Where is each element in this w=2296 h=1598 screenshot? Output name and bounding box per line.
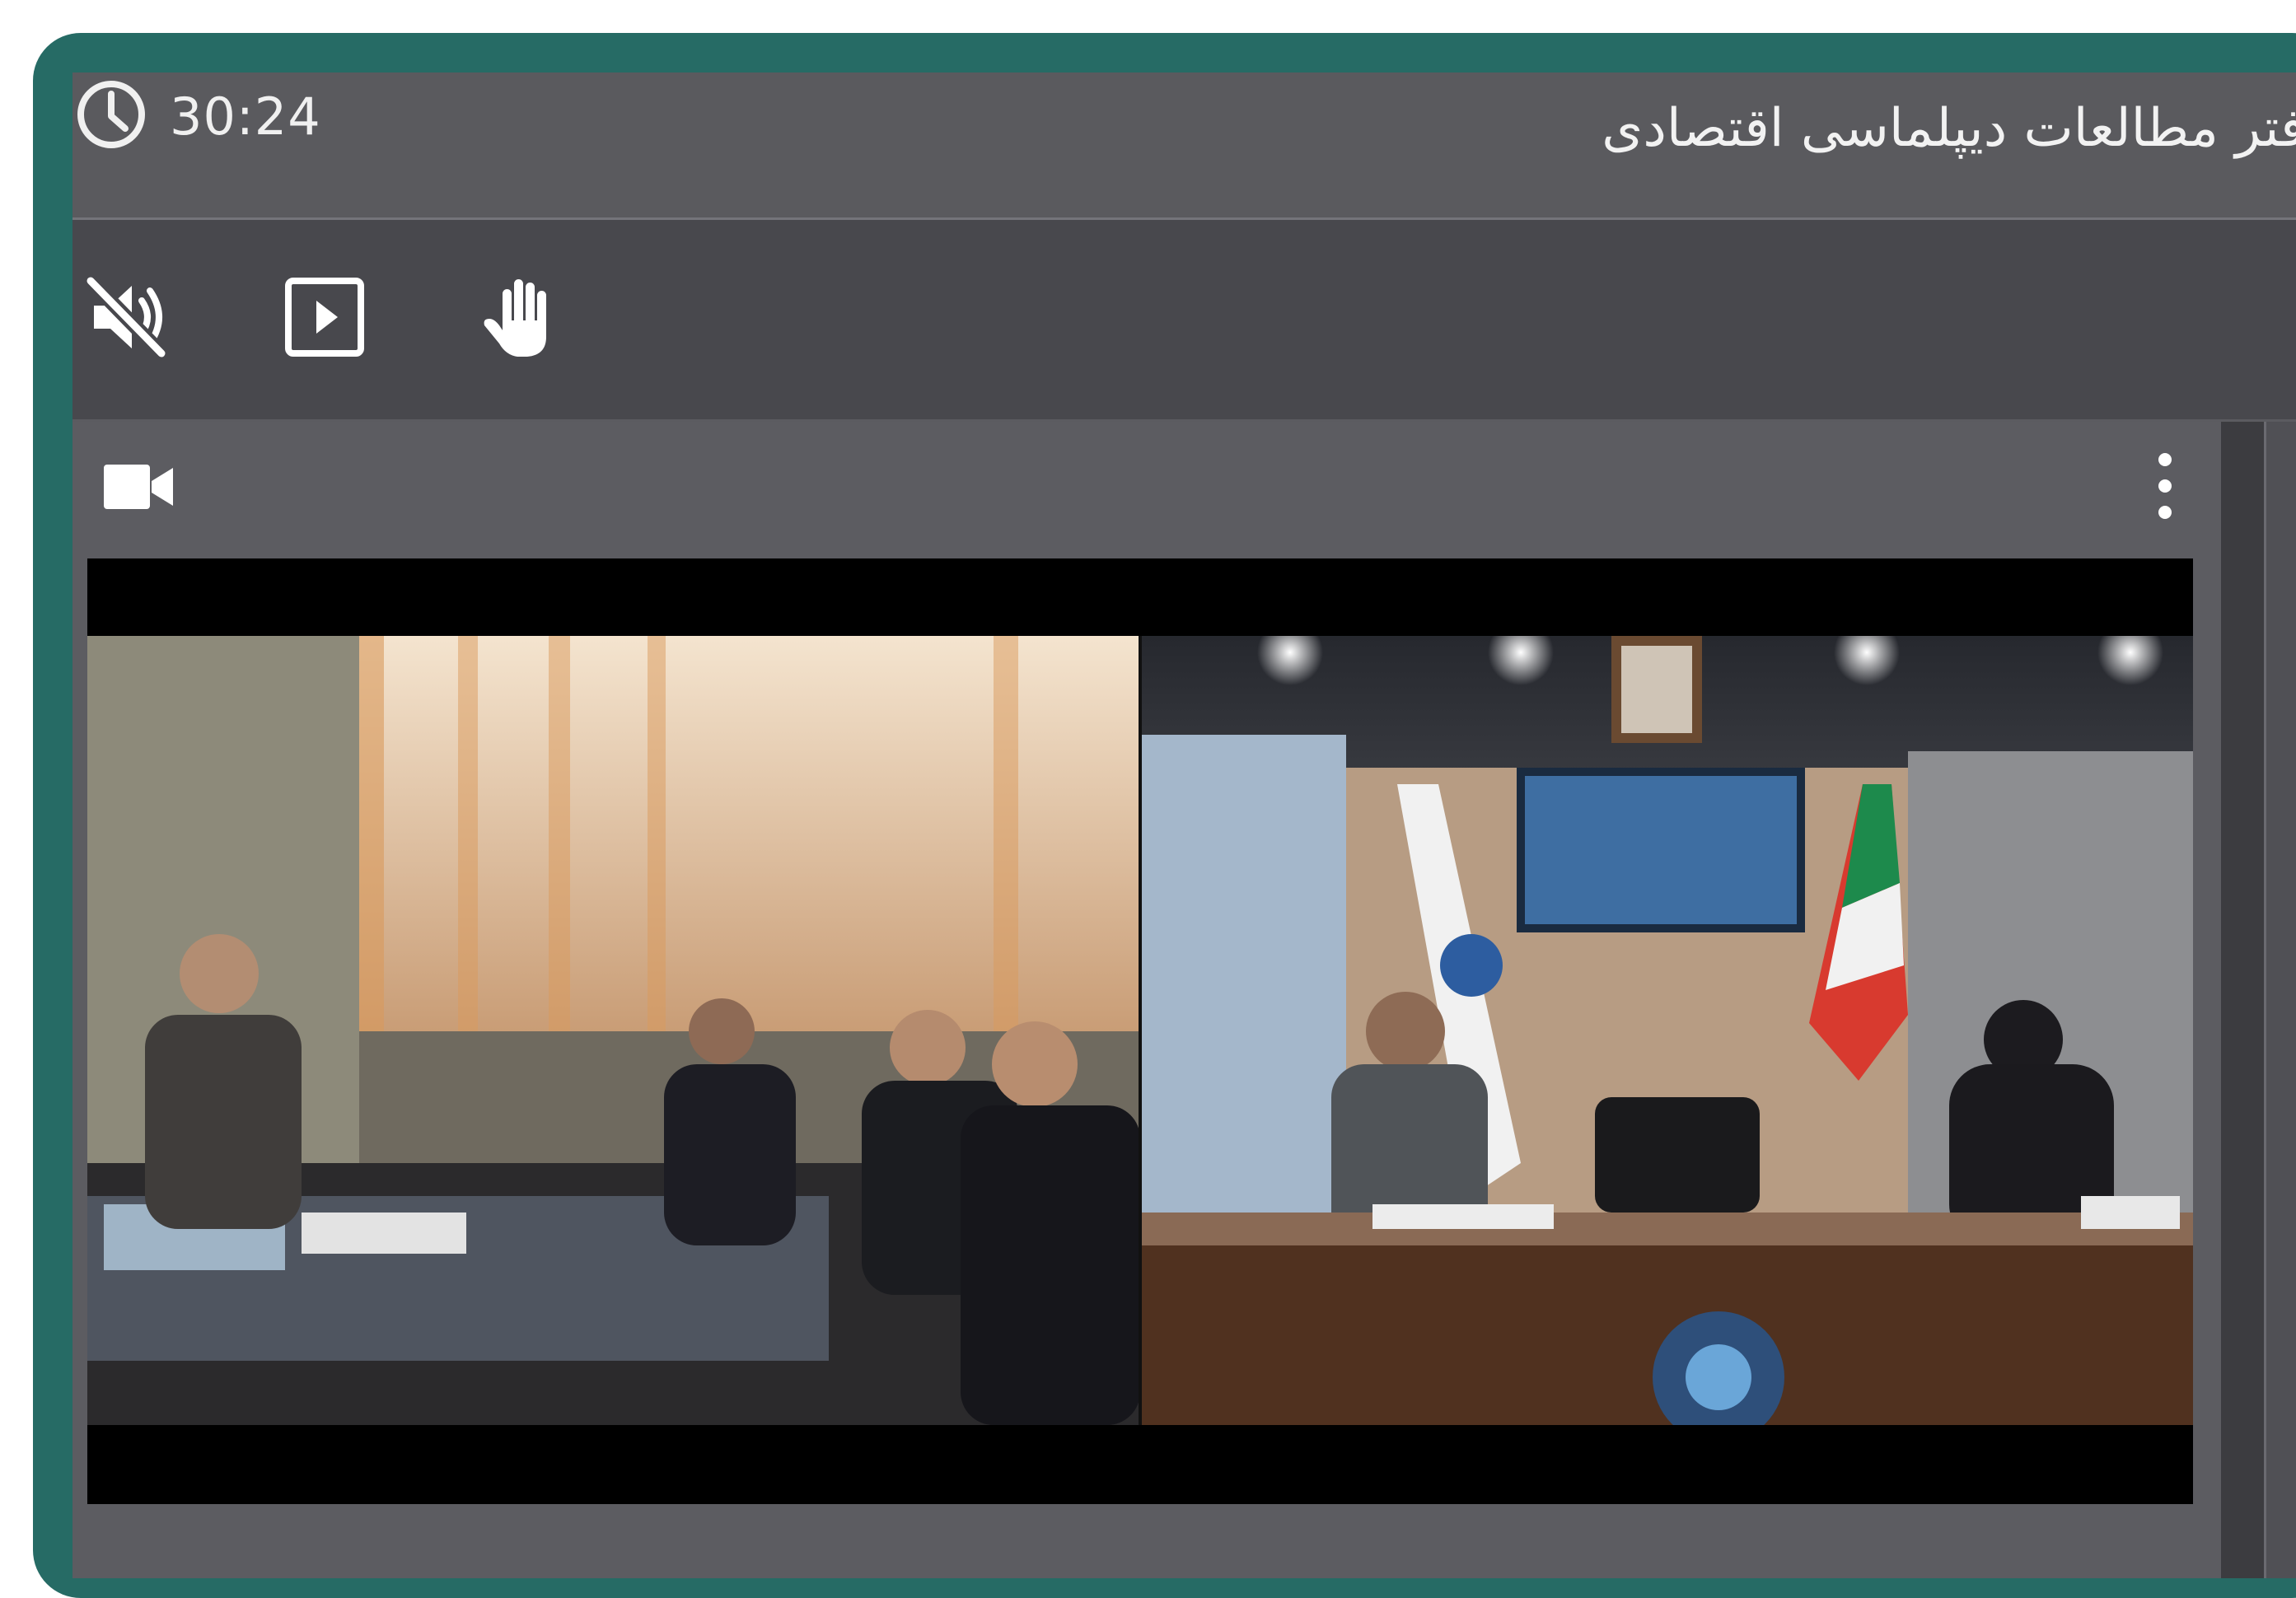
- room-title: دفتر مطالعات دیپلماسی اقتصادی: [1602, 98, 2296, 159]
- mute-speaker-button[interactable]: [79, 269, 175, 365]
- video-camera-icon: [104, 465, 173, 509]
- video-panel-footer: [72, 1504, 2221, 1578]
- side-panel-edge: [2264, 422, 2296, 1578]
- toolbar: [72, 220, 2296, 422]
- video-stream[interactable]: [87, 558, 2193, 1504]
- webinar-window: 30:24 دفتر مطالعات دیپلماسی اقتصادی: [72, 72, 2296, 1578]
- session-timer: 30:24: [170, 86, 321, 147]
- conference-video-frame: [87, 636, 2193, 1425]
- title-bar: 30:24 دفتر مطالعات دیپلماسی اقتصادی: [72, 72, 2296, 220]
- raised-hand-icon: [484, 279, 546, 357]
- raise-hand-button[interactable]: [475, 269, 570, 365]
- clock-icon: [77, 81, 145, 148]
- play-box-icon: [285, 278, 364, 357]
- video-panel: [72, 422, 2221, 1578]
- media-play-button[interactable]: [277, 269, 372, 365]
- speaker-muted-icon: [83, 273, 169, 361]
- video-panel-header: [72, 422, 2221, 554]
- more-vertical-icon[interactable]: [2149, 446, 2181, 526]
